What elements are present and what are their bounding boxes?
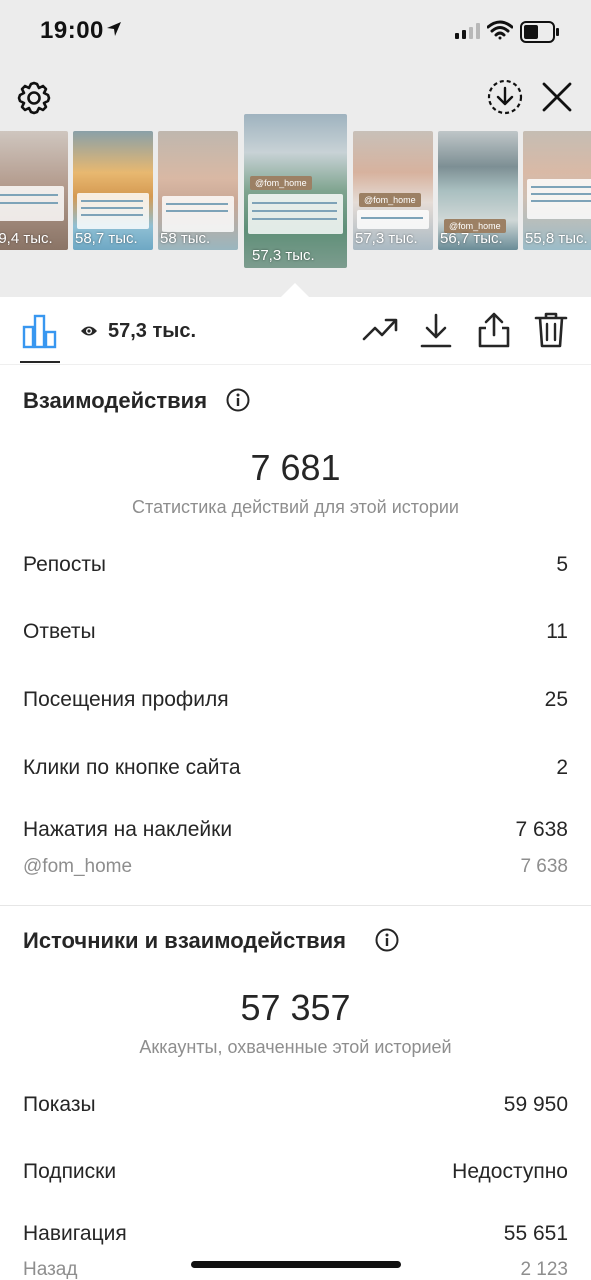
interactions-title: Взаимодействия	[23, 388, 208, 413]
thumbnail-views: 59,4 тыс.	[0, 230, 53, 247]
story-thumbnail[interactable]: 58,7 тыс.	[73, 131, 153, 250]
story-thumbnail-selected[interactable]: @fom_home 57,3 тыс.	[244, 114, 347, 268]
thumbnail-views: 58 тыс.	[160, 230, 211, 247]
story-preview-area: 19:00 9,4 тыс. 58,7 тыс. 58 тыс. @fom_ho…	[0, 0, 591, 297]
trending-up-icon[interactable]	[362, 315, 398, 345]
stat-sub-value: 2 123	[520, 1259, 568, 1280]
stat-label: Клики по кнопке сайта	[23, 756, 241, 779]
discovery-title: Источники и взаимодействия	[23, 928, 346, 953]
location-arrow-icon	[107, 22, 121, 36]
stat-label: Посещения профиля	[23, 688, 229, 711]
interactions-caption: Статистика действий для этой истории	[132, 497, 459, 517]
selected-story-pointer	[281, 283, 309, 297]
stat-value: 11	[546, 620, 568, 643]
settings-gear-icon[interactable]	[16, 80, 52, 116]
interactions-total: 7 681	[250, 447, 341, 488]
stat-value: 2	[556, 756, 568, 779]
stat-row-sticker-mention: @fom_home 7 638	[23, 856, 568, 886]
info-icon[interactable]	[226, 388, 250, 412]
download-icon[interactable]	[420, 313, 452, 349]
stat-label: Репосты	[23, 553, 107, 576]
story-action-bar: 57,3 тыс.	[0, 297, 591, 365]
stat-sub-label: @fom_home	[23, 856, 133, 877]
insights-bar-chart-icon[interactable]	[22, 313, 58, 349]
stat-label: Показы	[23, 1093, 96, 1116]
stat-value: 5	[556, 553, 568, 576]
stat-row-sticker-taps: Нажатия на наклейки 7 638	[23, 818, 568, 848]
stat-label: Навигация	[23, 1222, 127, 1245]
stat-label: Нажатия на наклейки	[23, 818, 233, 841]
thumbnail-mention-tag: @fom_home	[359, 193, 421, 207]
cellular-signal-icon	[455, 23, 480, 39]
stat-row-website-clicks: Клики по кнопке сайта 2	[23, 756, 568, 786]
stat-value: 25	[544, 688, 568, 711]
thumbnail-views: 57,3 тыс.	[355, 230, 418, 247]
info-icon[interactable]	[375, 928, 399, 952]
trash-icon[interactable]	[534, 311, 568, 349]
story-thumbnail[interactable]: @fom_home 56,7 тыс.	[438, 131, 518, 250]
section-divider	[0, 905, 591, 906]
stat-row-follows: Подписки Недоступно	[23, 1160, 568, 1190]
thumbnail-views: 56,7 тыс.	[440, 230, 503, 247]
thumbnail-views: 55,8 тыс.	[525, 230, 588, 247]
reach-total: 57 357	[240, 987, 351, 1028]
stat-sub-value: 7 638	[520, 856, 568, 877]
stat-label: Ответы	[23, 620, 96, 643]
stat-row-reposts: Репосты 5	[23, 553, 568, 583]
stat-value: Недоступно	[452, 1160, 568, 1183]
share-icon[interactable]	[477, 311, 511, 349]
stat-value: 59 950	[503, 1093, 568, 1116]
stat-row-profile-visits: Посещения профиля 25	[23, 688, 568, 718]
stat-row-navigation: Навигация 55 651	[23, 1222, 568, 1252]
save-story-icon[interactable]	[486, 78, 524, 116]
reach-caption: Аккаунты, охваченные этой историей	[139, 1037, 452, 1057]
stat-value: 7 638	[515, 818, 568, 841]
story-thumbnail[interactable]: 59,4 тыс.	[0, 131, 68, 250]
home-indicator[interactable]	[191, 1261, 401, 1268]
stat-sub-label: Назад	[23, 1259, 78, 1280]
story-thumbnail[interactable]: 55,8 тыс.	[523, 131, 591, 250]
battery-icon	[520, 21, 559, 43]
thumbnail-mention-tag: @fom_home	[250, 176, 312, 190]
thumbnail-views: 57,3 тыс.	[252, 247, 315, 264]
story-thumbnail[interactable]: @fom_home 57,3 тыс.	[353, 131, 433, 250]
eye-icon	[81, 326, 97, 336]
story-views-count: 57,3 тыс.	[108, 320, 197, 342]
stat-label: Подписки	[23, 1160, 117, 1183]
close-icon[interactable]	[540, 80, 574, 114]
status-time: 19:00	[40, 17, 104, 44]
stat-value: 55 651	[503, 1222, 568, 1245]
thumbnail-views: 58,7 тыс.	[75, 230, 138, 247]
active-tab-indicator	[20, 361, 60, 363]
stat-row-impressions: Показы 59 950	[23, 1093, 568, 1123]
story-thumbnails-strip: 59,4 тыс. 58,7 тыс. 58 тыс. @fom_home 57…	[0, 114, 591, 271]
status-bar: 19:00	[0, 0, 591, 64]
story-thumbnail[interactable]: 58 тыс.	[158, 131, 238, 250]
stat-row-replies: Ответы 11	[23, 620, 568, 650]
wifi-icon	[487, 20, 513, 40]
